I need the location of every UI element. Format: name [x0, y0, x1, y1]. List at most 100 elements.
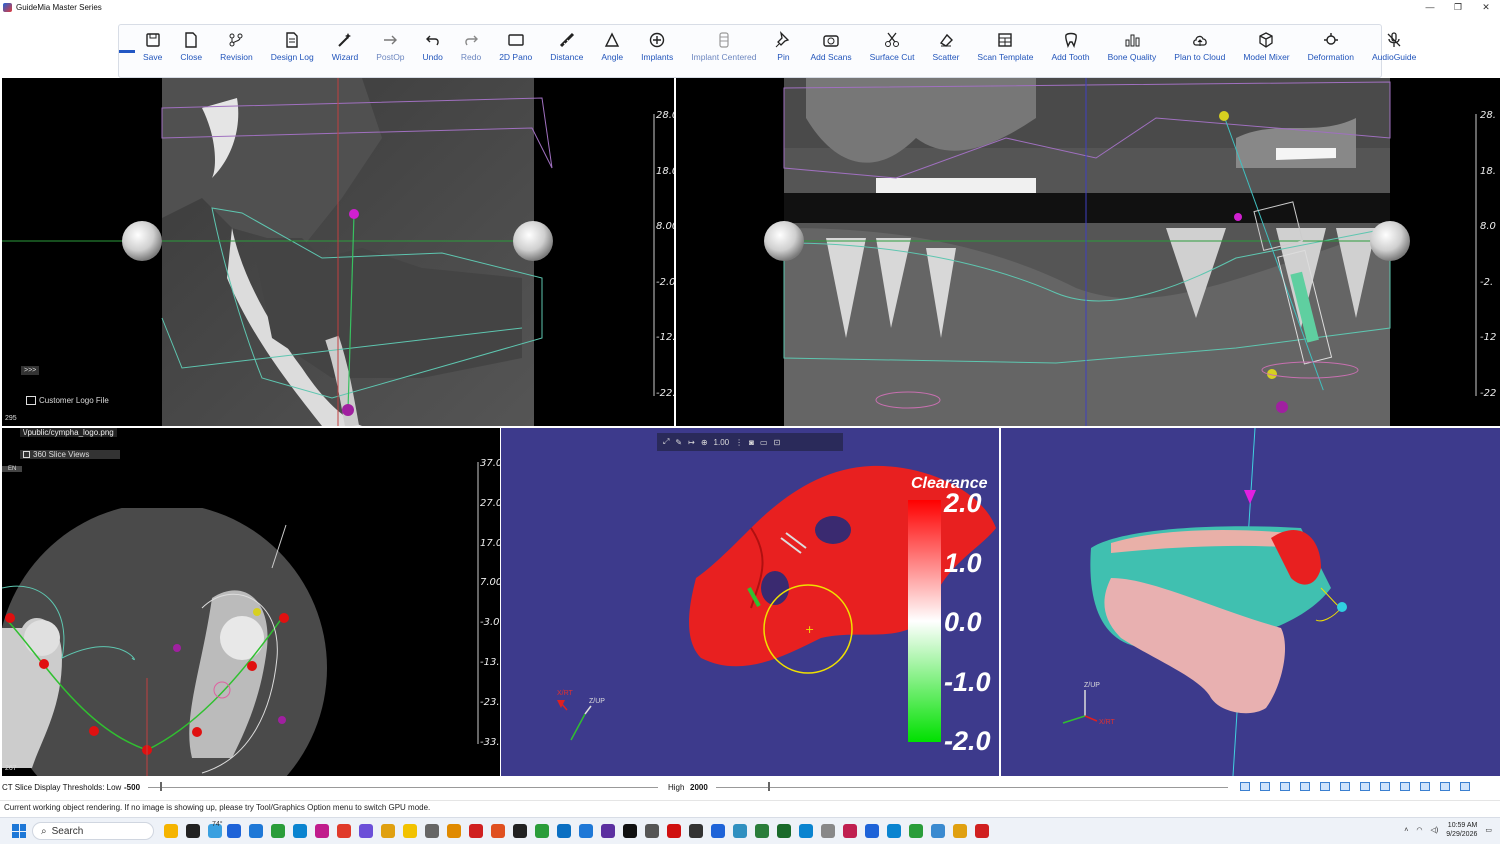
sagittal-view[interactable]: 28.0 18.0 8.00 -2.0 -12. -22. >>> Customer Lo… [2, 78, 674, 426]
toolbar-button-implants[interactable]: Implants [633, 25, 681, 77]
clock-time[interactable]: 10:59 AM [1446, 821, 1478, 830]
taskbar-app-icon[interactable] [952, 824, 967, 838]
toolbar-button-2d-pano[interactable]: 2D Pano [491, 25, 540, 77]
more-icon[interactable]: ⋮ [735, 438, 743, 447]
taskbar-app-icon[interactable] [336, 824, 351, 838]
taskbar-app-icon[interactable] [314, 824, 329, 838]
toolbar-button-bone-quality[interactable]: Bone Quality [1100, 25, 1165, 77]
taskbar-app-icon[interactable] [820, 824, 835, 838]
logo-path-field[interactable]: \/public/cympha_logo.png [20, 428, 117, 437]
taskbar-app-icon[interactable] [534, 824, 549, 838]
taskbar-app-icon[interactable] [248, 824, 263, 838]
toolbar-button-deformation[interactable]: Deformation [1300, 25, 1362, 77]
taskbar-app-icon[interactable] [842, 824, 857, 838]
layout-option-icon[interactable] [1460, 782, 1470, 791]
taskbar-app-icon[interactable] [226, 824, 241, 838]
taskbar-app-icon[interactable] [402, 824, 417, 838]
model-3d-view[interactable]: Z/UP X/RT [1001, 428, 1500, 776]
taskbar-app-icon[interactable] [468, 824, 483, 838]
panoramic-view[interactable]: 28. 18. 8.0 -2. -12 -22 [676, 78, 1500, 426]
taskbar-app-icon[interactable] [974, 824, 989, 838]
toolbar-button-close[interactable]: Close [172, 25, 210, 77]
layout-option-icon[interactable] [1420, 782, 1430, 791]
taskbar-app-icon[interactable] [864, 824, 879, 838]
toolbar-button-scan-template[interactable]: Scan Template [969, 25, 1041, 77]
toolbar-button-redo[interactable]: Redo [453, 25, 489, 77]
taskbar-app-icon[interactable] [512, 824, 527, 838]
toolbar-button-design-log[interactable]: Design Log [263, 25, 322, 77]
high-threshold-value[interactable]: 2000 [690, 783, 708, 792]
layout-option-icon[interactable] [1280, 782, 1290, 791]
toolbar-button-plan-to-cloud[interactable]: Plan to Cloud [1166, 25, 1233, 77]
taskbar-app-icon[interactable] [908, 824, 923, 838]
taskbar-app-icon[interactable] [490, 824, 505, 838]
toolbar-button-model-mixer[interactable]: Model Mixer [1235, 25, 1297, 77]
language-selector[interactable]: EN [2, 466, 23, 472]
taskbar-app-icon[interactable] [710, 824, 725, 838]
layout-option-icon[interactable] [1340, 782, 1350, 791]
taskbar-app-icon[interactable] [754, 824, 769, 838]
weather-label[interactable]: 74° [212, 821, 223, 828]
toolbar-button-undo[interactable]: Undo [415, 25, 451, 77]
toolbar-button-revision[interactable]: Revision [212, 25, 261, 77]
taskbar-app-icon[interactable] [446, 824, 461, 838]
layout-option-icon[interactable] [1260, 782, 1270, 791]
notification-icon[interactable]: ▭ [1485, 826, 1492, 834]
wifi-icon[interactable]: ◠ [1416, 826, 1422, 834]
high-slider-handle[interactable] [768, 782, 770, 791]
taskbar-app-icon[interactable] [930, 824, 945, 838]
toolbar-button-surface-cut[interactable]: Surface Cut [862, 25, 923, 77]
fullscreen-icon[interactable]: ⤢ [663, 437, 669, 447]
layout-option-icon[interactable] [1240, 782, 1250, 791]
taskbar-app-icon[interactable] [358, 824, 373, 838]
volume-icon[interactable]: ◁) [1431, 826, 1439, 834]
layout-option-icon[interactable] [1320, 782, 1330, 791]
taskbar-app-icon[interactable] [798, 824, 813, 838]
toolbar-button-audioguide[interactable]: AudioGuide [1364, 25, 1424, 77]
zoom-value[interactable]: 1.00 [714, 438, 730, 447]
toolbar-button-distance[interactable]: Distance [542, 25, 591, 77]
taskbar-app-icon[interactable] [380, 824, 395, 838]
video-icon[interactable]: ▭ [760, 438, 768, 447]
maximize-button[interactable]: ❐ [1444, 0, 1472, 14]
hamburger-menu-button[interactable] [119, 25, 135, 77]
toolbar-button-add-scans[interactable]: Add Scans [802, 25, 859, 77]
clock-date[interactable]: 9/29/2026 [1446, 830, 1477, 839]
taskbar-app-icon[interactable] [578, 824, 593, 838]
layout-option-icon[interactable] [1360, 782, 1370, 791]
minimize-button[interactable]: — [1416, 0, 1444, 14]
taskbar-app-icon[interactable] [164, 824, 178, 838]
taskbar-app-icon[interactable] [424, 824, 439, 838]
taskbar-search[interactable]: ⌕ Search [32, 822, 154, 840]
high-threshold-slider[interactable] [716, 782, 1228, 791]
toolbar-button-save[interactable]: Save [135, 25, 170, 77]
taskbar-app-icon[interactable] [688, 824, 703, 838]
layout-option-icon[interactable] [1440, 782, 1450, 791]
screenshot-icon[interactable]: ⊡ [774, 438, 781, 447]
taskbar-app-icon[interactable] [556, 824, 571, 838]
layout-option-icon[interactable] [1380, 782, 1390, 791]
axial-view[interactable]: 37.0 27.0 17.0 7.00 -3.0 -13. -23. -33. \/publi… [2, 428, 500, 776]
taskbar-app-icon[interactable] [270, 824, 285, 838]
slice-views-toggle[interactable]: 360 Slice Views [20, 450, 120, 459]
taskbar-app-icon[interactable] [732, 824, 747, 838]
move-icon[interactable]: ↦ [688, 438, 695, 447]
close-window-button[interactable]: ✕ [1472, 0, 1500, 14]
layout-option-icon[interactable] [1300, 782, 1310, 791]
taskbar-app-icon[interactable] [644, 824, 659, 838]
toolbar-button-wizard[interactable]: Wizard [324, 25, 366, 77]
taskbar-app-icon[interactable] [186, 824, 200, 838]
taskbar-app-icon[interactable] [666, 824, 681, 838]
toolbar-button-add-tooth[interactable]: Add Tooth [1043, 25, 1097, 77]
chevron-up-icon[interactable]: ˄ [1404, 827, 1408, 834]
taskbar-app-icon[interactable] [292, 824, 307, 838]
toolbar-button-angle[interactable]: Angle [593, 25, 631, 77]
taskbar-app-icon[interactable] [776, 824, 791, 838]
toolbar-button-pin[interactable]: Pin [766, 25, 800, 77]
rotate-icon[interactable]: ⊕ [701, 438, 708, 447]
low-slider-handle[interactable] [160, 782, 162, 791]
clearance-3d-view[interactable]: + ⤢ ✎ ↦ ⊕ 1.00 ⋮ ◙ ▭ ⊡ Clearance 2.0 1.0 0… [501, 428, 999, 776]
camera-icon[interactable]: ◙ [749, 438, 754, 447]
expand-panel-button[interactable]: >>> [21, 366, 40, 375]
pencil-icon[interactable]: ✎ [675, 438, 682, 447]
